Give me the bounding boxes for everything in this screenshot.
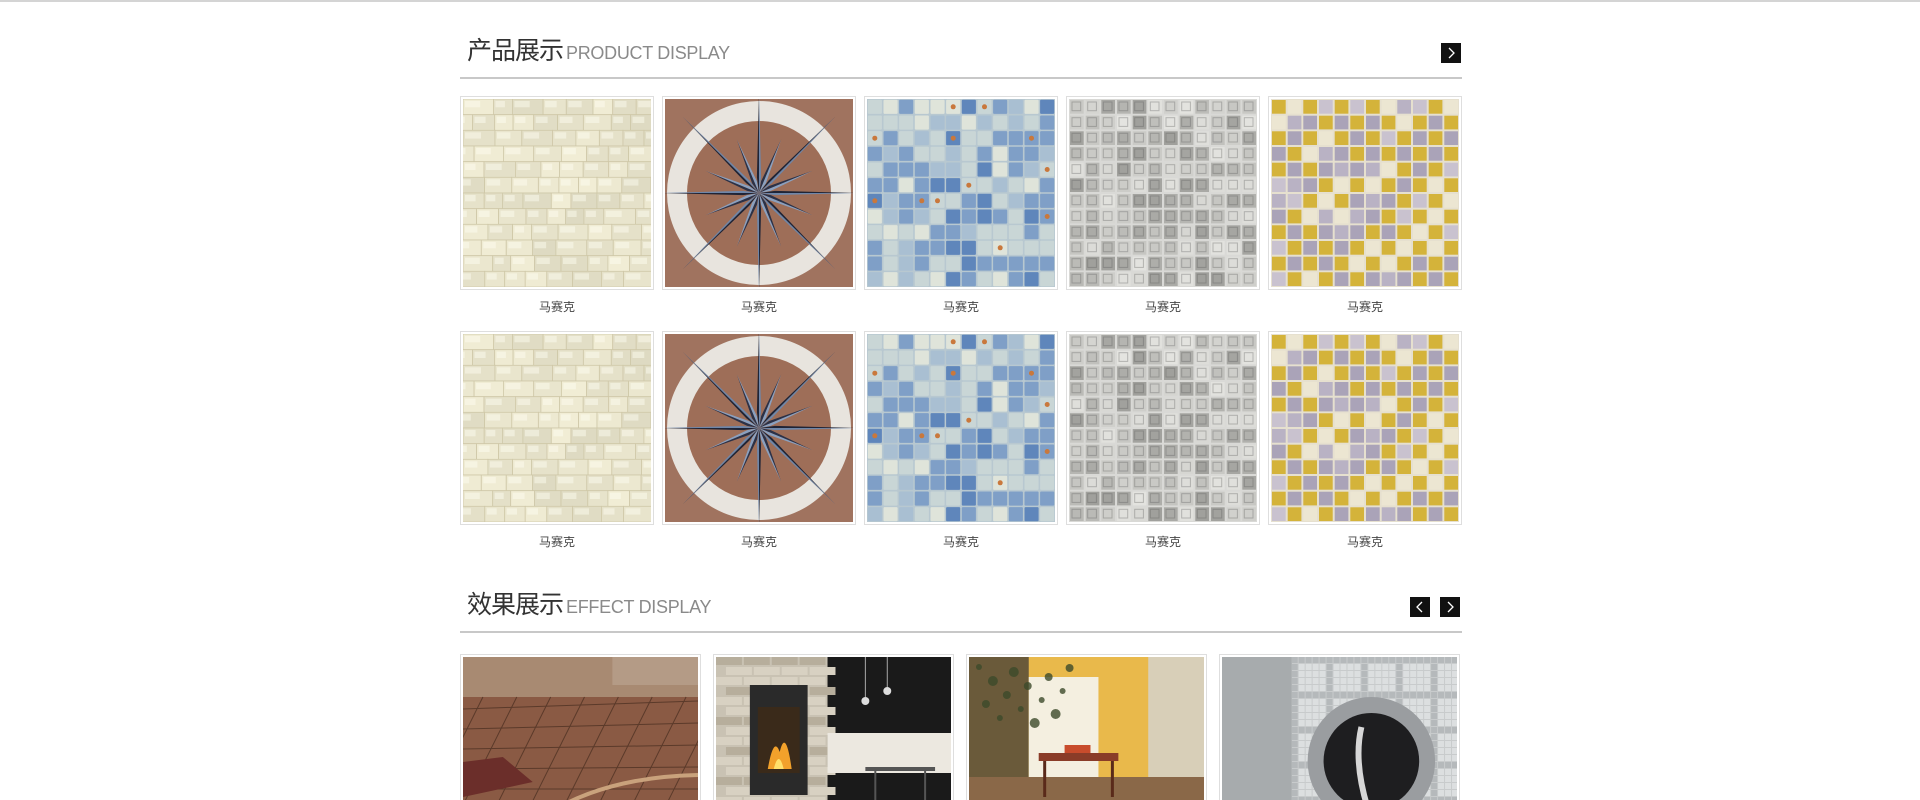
- product-caption[interactable]: 马赛克: [662, 533, 856, 550]
- product-card[interactable]: 马赛克: [1268, 331, 1462, 563]
- product-caption[interactable]: 马赛克: [864, 298, 1058, 315]
- product-card[interactable]: 马赛克: [662, 96, 856, 328]
- product-display-title-cn: 产品展示: [467, 36, 564, 65]
- product-card[interactable]: 马赛克: [460, 331, 654, 563]
- product-thumbnail[interactable]: [1066, 331, 1260, 525]
- product-image: [665, 99, 853, 287]
- product-image: [665, 334, 853, 522]
- product-card[interactable]: 马赛克: [662, 331, 856, 563]
- effect-card[interactable]: [966, 654, 1207, 800]
- product-image: [1271, 99, 1459, 287]
- chevron-right-icon: [1447, 601, 1454, 613]
- product-image: [1271, 334, 1459, 522]
- product-caption[interactable]: 马赛克: [1066, 533, 1260, 550]
- product-card[interactable]: 马赛克: [1066, 331, 1260, 563]
- product-caption[interactable]: 马赛克: [460, 298, 654, 315]
- effect-image: [463, 657, 698, 800]
- effect-next-button[interactable]: [1440, 597, 1460, 617]
- effect-prev-button[interactable]: [1410, 597, 1430, 617]
- effect-card[interactable]: [460, 654, 701, 800]
- effect-display-section: 效果展示 EFFECT DISPLAY: [460, 588, 1462, 800]
- effect-display-header: 效果展示 EFFECT DISPLAY: [460, 588, 1462, 633]
- product-thumbnail[interactable]: [662, 331, 856, 525]
- product-card[interactable]: 马赛克: [460, 96, 654, 328]
- product-image: [867, 334, 1055, 522]
- effect-display-title-cn: 效果展示: [467, 590, 564, 619]
- product-card[interactable]: 马赛克: [864, 331, 1058, 563]
- product-caption[interactable]: 马赛克: [1268, 298, 1462, 315]
- product-display-title: 产品展示 PRODUCT DISPLAY: [467, 31, 730, 67]
- product-image: [1069, 334, 1257, 522]
- chevron-right-icon: [1448, 47, 1455, 59]
- product-thumbnail[interactable]: [864, 331, 1058, 525]
- product-display-header: 产品展示 PRODUCT DISPLAY: [460, 34, 1462, 79]
- product-thumbnail[interactable]: [662, 96, 856, 290]
- effect-card[interactable]: [713, 654, 954, 800]
- top-divider: [0, 0, 1920, 2]
- product-thumbnail[interactable]: [1066, 96, 1260, 290]
- product-thumbnail[interactable]: [864, 96, 1058, 290]
- product-caption[interactable]: 马赛克: [1066, 298, 1260, 315]
- product-thumbnail[interactable]: [1268, 96, 1462, 290]
- product-thumbnail[interactable]: [1268, 331, 1462, 525]
- effect-image: [1222, 657, 1457, 800]
- product-caption[interactable]: 马赛克: [460, 533, 654, 550]
- product-display-section: 产品展示 PRODUCT DISPLAY 马赛克 马赛克 马赛克 马赛克 马赛克 马赛克 马赛…: [460, 34, 1462, 549]
- effect-display-title: 效果展示 EFFECT DISPLAY: [467, 585, 711, 621]
- chevron-left-icon: [1416, 601, 1423, 613]
- product-next-button[interactable]: [1441, 43, 1461, 63]
- effect-display-title-en: EFFECT DISPLAY: [566, 597, 712, 617]
- product-card[interactable]: 马赛克: [864, 96, 1058, 328]
- product-image: [867, 99, 1055, 287]
- effect-card[interactable]: [1219, 654, 1460, 800]
- product-display-title-en: PRODUCT DISPLAY: [566, 43, 730, 63]
- product-caption[interactable]: 马赛克: [864, 533, 1058, 550]
- product-thumbnail[interactable]: [460, 96, 654, 290]
- product-image: [1069, 99, 1257, 287]
- product-thumbnail[interactable]: [460, 331, 654, 525]
- product-caption[interactable]: 马赛克: [662, 298, 856, 315]
- effect-image: [716, 657, 951, 800]
- product-card[interactable]: 马赛克: [1066, 96, 1260, 328]
- effect-image: [969, 657, 1204, 800]
- product-caption[interactable]: 马赛克: [1268, 533, 1462, 550]
- product-image: [463, 334, 651, 522]
- product-card[interactable]: 马赛克: [1268, 96, 1462, 328]
- product-image: [463, 99, 651, 287]
